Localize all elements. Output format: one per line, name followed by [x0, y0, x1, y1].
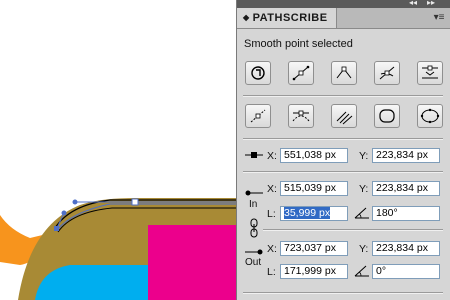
panel-menu-icon[interactable]: ▾≡	[432, 12, 446, 24]
in-handle-dot	[72, 199, 78, 205]
align-handles-button[interactable]	[417, 61, 443, 85]
magenta-shape	[148, 225, 236, 300]
in-x-field[interactable]: 515,039 px	[280, 181, 348, 196]
tab-pathscribe[interactable]: ◆ PATHSCRIBE	[237, 8, 337, 28]
tab-label: PATHSCRIBE	[252, 12, 328, 24]
extend-handles-button[interactable]	[331, 104, 357, 128]
left-handle-dot	[61, 210, 67, 216]
divider	[243, 95, 443, 96]
symmetric-handles-icon	[292, 110, 310, 122]
artboard-canvas[interactable]	[0, 0, 236, 300]
out-angle-field[interactable]: 0°	[372, 264, 440, 279]
convert-point-button[interactable]	[245, 61, 271, 85]
out-y-label: Y:	[359, 243, 369, 255]
anchor-point-icon	[245, 152, 263, 158]
point-y-field[interactable]: 223,834 px	[372, 148, 440, 163]
point-y-label: Y:	[359, 150, 369, 162]
out-length-label: L:	[267, 266, 276, 278]
panel-tabbar: ◆ PATHSCRIBE ▾≡	[237, 8, 450, 29]
point-x-field[interactable]: 551,038 px	[280, 148, 348, 163]
out-handle-icon	[245, 249, 263, 255]
retract-handles-button[interactable]	[245, 104, 271, 128]
in-length-label: L:	[267, 208, 276, 220]
selection-status: Smooth point selected	[244, 38, 353, 50]
panel-titlebar: ◂◂ ▸▸	[237, 0, 450, 8]
align-handles-icon	[422, 65, 438, 79]
in-x-label: X:	[267, 183, 277, 195]
anchor-left	[54, 226, 59, 231]
out-length-field[interactable]: 171,999 px	[280, 264, 348, 279]
collapse-icon[interactable]: ◂◂	[409, 0, 417, 7]
in-y-field[interactable]: 223,834 px	[372, 181, 440, 196]
angle-icon	[354, 207, 369, 219]
make-corner-button[interactable]	[331, 61, 357, 85]
out-y-field[interactable]: 223,834 px	[372, 241, 440, 256]
artwork[interactable]	[0, 0, 236, 300]
in-length-field[interactable]: 35,999 px	[280, 206, 348, 221]
divider	[243, 138, 443, 139]
out-x-label: X:	[267, 243, 277, 255]
link-handles-icon[interactable]	[250, 218, 258, 238]
angle-icon	[354, 265, 369, 277]
tab-arrow-icon: ◆	[243, 13, 250, 22]
ellipse-path-button[interactable]	[417, 104, 443, 128]
close-panel-icon[interactable]: ▸▸	[427, 0, 435, 7]
in-section-label: In	[249, 199, 258, 210]
make-straight-icon	[292, 65, 310, 81]
in-angle-field[interactable]: 180°	[372, 206, 440, 221]
ellipse-path-icon	[420, 108, 440, 124]
circle-path-icon	[379, 109, 395, 123]
in-length-value: 35,999 px	[284, 207, 331, 219]
divider	[243, 171, 443, 172]
symmetric-handles-button[interactable]	[288, 104, 314, 128]
divider	[243, 292, 443, 293]
point-x-label: X:	[267, 150, 277, 162]
retract-handles-icon	[250, 109, 266, 123]
smooth-point-button[interactable]	[374, 61, 400, 85]
divider	[263, 229, 443, 230]
circle-path-button[interactable]	[374, 104, 400, 128]
make-corner-icon	[336, 66, 352, 79]
in-handle-icon	[245, 190, 263, 196]
anchor-selected	[131, 198, 139, 206]
in-y-label: Y:	[359, 183, 369, 195]
out-section-label: Out	[245, 257, 262, 268]
extend-handles-icon	[336, 111, 353, 125]
smooth-point-icon	[379, 66, 395, 80]
make-straight-button[interactable]	[288, 61, 314, 85]
out-x-field[interactable]: 723,037 px	[280, 241, 348, 256]
convert-point-icon	[251, 66, 265, 80]
pathscribe-panel: ◂◂ ▸▸ ◆ PATHSCRIBE ▾≡ Smooth point select…	[236, 0, 450, 300]
